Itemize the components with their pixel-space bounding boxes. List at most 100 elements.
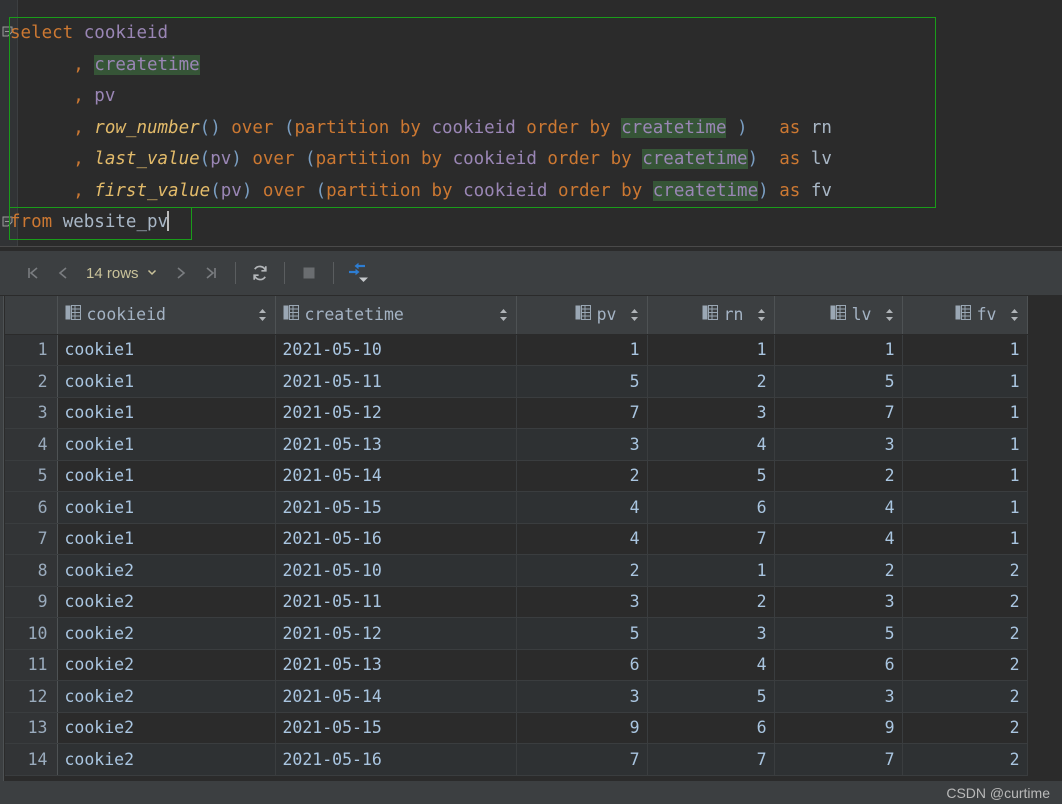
cell-cookieid[interactable]: cookie2 (57, 743, 276, 776)
cell-createtime[interactable]: 2021-05-12 (275, 397, 517, 429)
cell-pv[interactable]: 7 (516, 743, 648, 776)
last-page-icon[interactable] (196, 258, 226, 288)
sort-arrows-icon[interactable] (1009, 307, 1020, 323)
cell-rn[interactable]: 5 (647, 460, 775, 492)
cell-rn[interactable]: 5 (647, 680, 775, 713)
sort-arrows-icon[interactable] (756, 307, 767, 323)
cell-lv[interactable]: 2 (774, 554, 903, 587)
cell-pv[interactable]: 3 (516, 428, 648, 461)
cell-lv[interactable]: 3 (774, 680, 903, 713)
cell-fv[interactable]: 1 (902, 491, 1028, 524)
cell-fv[interactable]: 1 (902, 334, 1028, 366)
previous-page-icon[interactable] (48, 258, 78, 288)
first-page-icon[interactable] (18, 258, 48, 288)
stop-icon[interactable] (294, 258, 324, 288)
row-number-cell[interactable]: 5 (5, 460, 58, 492)
cell-cookieid[interactable]: cookie1 (57, 460, 276, 492)
cell-createtime[interactable]: 2021-05-13 (275, 428, 517, 461)
cell-lv[interactable]: 1 (774, 334, 903, 366)
cell-cookieid[interactable]: cookie2 (57, 586, 276, 618)
row-count-dropdown[interactable]: 14 rows (78, 265, 166, 282)
cell-pv[interactable]: 4 (516, 523, 648, 555)
row-number-cell[interactable]: 14 (5, 743, 58, 776)
cell-cookieid[interactable]: cookie1 (57, 523, 276, 555)
row-number-cell[interactable]: 8 (5, 554, 58, 587)
table-row[interactable]: 13 cookie2 2021-05-15 9 6 9 2 (5, 712, 1028, 744)
cell-rn[interactable]: 1 (647, 554, 775, 587)
cell-lv[interactable]: 2 (774, 460, 903, 492)
cell-cookieid[interactable]: cookie1 (57, 397, 276, 429)
cell-lv[interactable]: 3 (774, 586, 903, 618)
cell-createtime[interactable]: 2021-05-15 (275, 712, 517, 744)
column-header-cookieid[interactable]: cookieid (57, 296, 276, 335)
cell-createtime[interactable]: 2021-05-11 (275, 586, 517, 618)
cell-fv[interactable]: 2 (902, 680, 1028, 713)
cell-fv[interactable]: 1 (902, 397, 1028, 429)
cell-pv[interactable]: 2 (516, 460, 648, 492)
table-row[interactable]: 10 cookie2 2021-05-12 5 3 5 2 (5, 617, 1028, 650)
cell-cookieid[interactable]: cookie2 (57, 680, 276, 713)
cell-lv[interactable]: 3 (774, 428, 903, 461)
cell-rn[interactable]: 2 (647, 586, 775, 618)
cell-lv[interactable]: 9 (774, 712, 903, 744)
cell-pv[interactable]: 2 (516, 554, 648, 587)
sort-arrows-icon[interactable] (629, 307, 640, 323)
cell-pv[interactable]: 9 (516, 712, 648, 744)
table-row[interactable]: 9 cookie2 2021-05-11 3 2 3 2 (5, 586, 1028, 618)
row-number-cell[interactable]: 9 (5, 586, 58, 618)
table-row[interactable]: 11 cookie2 2021-05-13 6 4 6 2 (5, 649, 1028, 681)
cell-rn[interactable]: 6 (647, 491, 775, 524)
row-number-cell[interactable]: 13 (5, 712, 58, 744)
table-row[interactable]: 14 cookie2 2021-05-16 7 7 7 2 (5, 743, 1028, 776)
cell-createtime[interactable]: 2021-05-14 (275, 460, 517, 492)
cell-lv[interactable]: 4 (774, 523, 903, 555)
cell-createtime[interactable]: 2021-05-10 (275, 554, 517, 587)
cell-fv[interactable]: 2 (902, 743, 1028, 776)
table-row[interactable]: 2 cookie1 2021-05-11 5 2 5 1 (5, 365, 1028, 398)
table-row[interactable]: 6 cookie1 2021-05-15 4 6 4 1 (5, 491, 1028, 524)
table-row[interactable]: 7 cookie1 2021-05-16 4 7 4 1 (5, 523, 1028, 555)
cell-fv[interactable]: 2 (902, 712, 1028, 744)
cell-cookieid[interactable]: cookie2 (57, 617, 276, 650)
cell-lv[interactable]: 5 (774, 365, 903, 398)
sort-arrows-icon[interactable] (257, 307, 268, 323)
cell-fv[interactable]: 1 (902, 460, 1028, 492)
table-row[interactable]: 4 cookie1 2021-05-13 3 4 3 1 (5, 428, 1028, 461)
cell-createtime[interactable]: 2021-05-11 (275, 365, 517, 398)
cell-cookieid[interactable]: cookie1 (57, 491, 276, 524)
result-grid[interactable]: cookieid createtime pv rn lv fv 1 cookie… (0, 296, 1062, 781)
cell-pv[interactable]: 7 (516, 397, 648, 429)
cell-createtime[interactable]: 2021-05-10 (275, 334, 517, 366)
cell-pv[interactable]: 6 (516, 649, 648, 681)
sort-arrows-icon[interactable] (498, 307, 509, 323)
cell-createtime[interactable]: 2021-05-15 (275, 491, 517, 524)
cell-rn[interactable]: 3 (647, 397, 775, 429)
cell-createtime[interactable]: 2021-05-16 (275, 743, 517, 776)
next-page-icon[interactable] (166, 258, 196, 288)
reload-icon[interactable] (245, 258, 275, 288)
column-header-fv[interactable]: fv (902, 296, 1028, 335)
row-number-cell[interactable]: 12 (5, 680, 58, 713)
cell-fv[interactable]: 1 (902, 428, 1028, 461)
cell-rn[interactable]: 7 (647, 523, 775, 555)
cell-fv[interactable]: 1 (902, 523, 1028, 555)
row-number-cell[interactable]: 6 (5, 491, 58, 524)
cell-rn[interactable]: 4 (647, 649, 775, 681)
cell-fv[interactable]: 2 (902, 586, 1028, 618)
cell-cookieid[interactable]: cookie2 (57, 554, 276, 587)
cell-lv[interactable]: 7 (774, 743, 903, 776)
table-row[interactable]: 5 cookie1 2021-05-14 2 5 2 1 (5, 460, 1028, 492)
cell-lv[interactable]: 4 (774, 491, 903, 524)
table-row[interactable]: 8 cookie2 2021-05-10 2 1 2 2 (5, 554, 1028, 587)
sort-arrows-icon[interactable] (884, 307, 895, 323)
cell-pv[interactable]: 3 (516, 680, 648, 713)
cell-cookieid[interactable]: cookie1 (57, 428, 276, 461)
cell-rn[interactable]: 7 (647, 743, 775, 776)
cell-createtime[interactable]: 2021-05-14 (275, 680, 517, 713)
row-number-cell[interactable]: 2 (5, 365, 58, 398)
row-number-cell[interactable]: 11 (5, 649, 58, 681)
column-header-pv[interactable]: pv (516, 296, 648, 335)
cell-cookieid[interactable]: cookie1 (57, 365, 276, 398)
column-header-createtime[interactable]: createtime (275, 296, 517, 335)
rownum-header[interactable] (5, 296, 58, 335)
